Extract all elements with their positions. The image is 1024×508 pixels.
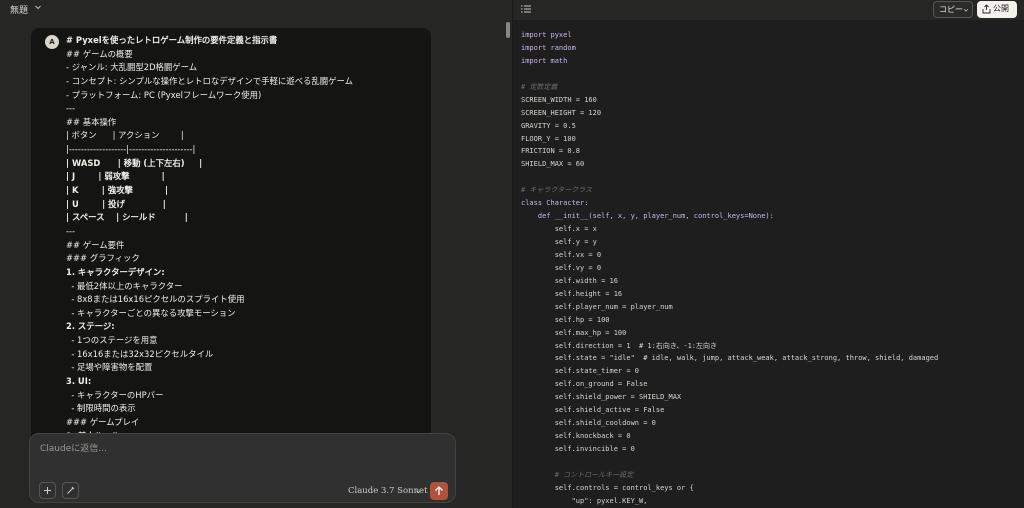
code-line: # キャラクタークラス — [521, 186, 593, 195]
code-line: self.state_timer = 0 — [521, 367, 640, 376]
code-line: self.hp = 100 — [521, 315, 610, 324]
chevron-down-icon[interactable] — [963, 7, 969, 13]
code-line: import pyxel — [521, 31, 572, 39]
code-line: "up": pyxel.KEY_W, — [521, 496, 648, 505]
reply-input[interactable]: Claudeに返信... — [40, 441, 107, 454]
message-line: | ボタン | アクション | — [66, 130, 184, 141]
code-line: self.shield_active = False — [521, 406, 665, 415]
message-line: ## ゲーム要件 — [66, 239, 125, 250]
message-line: - 足場や障害物を配置 — [66, 362, 153, 373]
message-line: - キャラクターごとの異なる攻撃モーション — [66, 307, 236, 318]
message-line: --- — [66, 225, 76, 236]
code-line: # コントロールキー設定 — [521, 470, 634, 479]
code-line: self.y = y — [521, 238, 597, 246]
code-line: # 定数定義 — [521, 82, 558, 91]
message-line: 3. UI: — [66, 376, 92, 387]
code-line: self.knockback = 0 — [521, 432, 631, 441]
message-line: - 制限時間の表示 — [66, 403, 136, 414]
code-line: self.max_hp = 100 — [521, 328, 627, 337]
message-line: - キャラクターのHPバー — [66, 389, 164, 400]
message-line: - 1つのステージを用意 — [66, 335, 158, 346]
code-line: FRICTION = 0.8 — [521, 147, 581, 156]
chevron-down-icon[interactable] — [415, 488, 422, 495]
code-line: self.invincible = 0 — [521, 445, 635, 453]
list-icon[interactable] — [521, 5, 531, 13]
message-line: 2. ステージ: — [66, 321, 115, 332]
message-line: - ジャンル: 大乱闘型2D格闘ゲーム — [66, 62, 198, 73]
chat-scrollbar[interactable] — [506, 22, 510, 38]
code-line: class Character: — [521, 199, 589, 208]
message-line: | K | 強攻撃 | — [66, 185, 169, 196]
copy-label: コピー — [939, 5, 963, 14]
message-line: - プラットフォーム: PC (Pyxelフレームワーク使用) — [66, 89, 262, 100]
plus-icon — [44, 487, 51, 494]
copy-button[interactable]: コピー — [933, 1, 973, 18]
artifact-panel: コピー 公開 import pyxel import random import m… — [513, 0, 1024, 508]
message-line: ## ゲームの概要 — [66, 48, 133, 59]
arrow-up-icon — [435, 486, 443, 495]
code-line: self.width = 16 — [521, 276, 618, 285]
code-line: self.x = x — [521, 225, 597, 234]
message-line: | J | 弱攻撃 | — [66, 171, 165, 182]
message-line: - 最低2体以上のキャラクター — [66, 280, 183, 291]
top-bar: 無題 — [0, 0, 512, 18]
code-line: GRAVITY = 0.5 — [521, 121, 576, 130]
message-line: - コンセプト: シンプルな操作とレトロなデザインで手軽に遊べる乱闘ゲーム — [66, 75, 354, 86]
message-line: | U | 投げ | — [66, 198, 166, 209]
message-line: - 8x8または16x16ピクセルのスプライト使用 — [66, 294, 245, 305]
reply-input-box[interactable]: Claudeに返信... Claude 3.7 Sonnet — [29, 433, 456, 503]
user-message: A # Pyxelを使ったレトロゲーム制作の要件定義と指示書 ## ゲームの概要 -… — [31, 28, 431, 458]
code-line: SHIELD_MAX = 60 — [521, 160, 585, 169]
code-line: self.shield_power = SHIELD_MAX — [521, 393, 682, 402]
publish-button[interactable]: 公開 — [977, 1, 1017, 18]
message-line: |-------------------|-------------------… — [66, 144, 196, 155]
code-line: FLOOR_Y = 100 — [521, 134, 576, 143]
document-title[interactable]: 無題 — [10, 3, 28, 16]
code-line: self.player_num = player_num — [521, 302, 673, 311]
brush-icon — [67, 486, 75, 494]
message-line: - 16x16または32x32ピクセルタイル — [66, 348, 214, 359]
code-line: self.controls = control_keys or { — [521, 483, 694, 492]
message-line: | WASD | 移動 (上下左右) | — [66, 157, 203, 168]
code-line: SCREEN_WIDTH = 160 — [521, 95, 597, 104]
share-icon — [982, 4, 991, 14]
avatar: A — [45, 35, 59, 49]
message-line: 1. キャラクターデザイン: — [66, 266, 165, 277]
code-line: self.direction = 1 # 1:右向き、-1:左向き — [521, 341, 718, 350]
message-line: # Pyxelを使ったレトロゲーム制作の要件定義と指示書 — [66, 35, 278, 45]
tools-button[interactable] — [62, 482, 79, 499]
code-line: self.height = 16 — [521, 289, 623, 298]
code-line: self.vx = 0 — [521, 250, 602, 259]
code-line: def __init__(self, x, y, player_num, con… — [521, 212, 774, 221]
send-button[interactable] — [430, 482, 448, 500]
code-line: import random — [521, 43, 576, 52]
publish-label: 公開 — [993, 4, 1009, 13]
code-line: self.state = "idle" # idle, walk, jump, … — [521, 354, 939, 363]
message-line: ## 基本操作 — [66, 116, 117, 127]
code-view[interactable]: import pyxel import random import math # 定数… — [521, 29, 1018, 508]
code-line: import math — [521, 56, 568, 65]
code-line: self.vy = 0 — [521, 263, 602, 272]
add-button[interactable] — [39, 482, 56, 499]
message-line: | スペース | シールド | — [66, 212, 188, 223]
message-line: --- — [66, 103, 76, 114]
message-line: ### グラフィック — [66, 253, 140, 264]
artifact-toolbar: コピー 公開 — [513, 0, 1024, 20]
message-text: # Pyxelを使ったレトロゲーム制作の要件定義と指示書 ## ゲームの概要 - ジ… — [66, 34, 425, 457]
code-line: self.on_ground = False — [521, 380, 648, 389]
message-line: ### ゲームプレイ — [66, 416, 140, 427]
code-line: SCREEN_HEIGHT = 120 — [521, 108, 602, 117]
chevron-down-icon[interactable] — [34, 3, 42, 11]
code-line: self.shield_cooldown = 0 — [521, 419, 656, 428]
